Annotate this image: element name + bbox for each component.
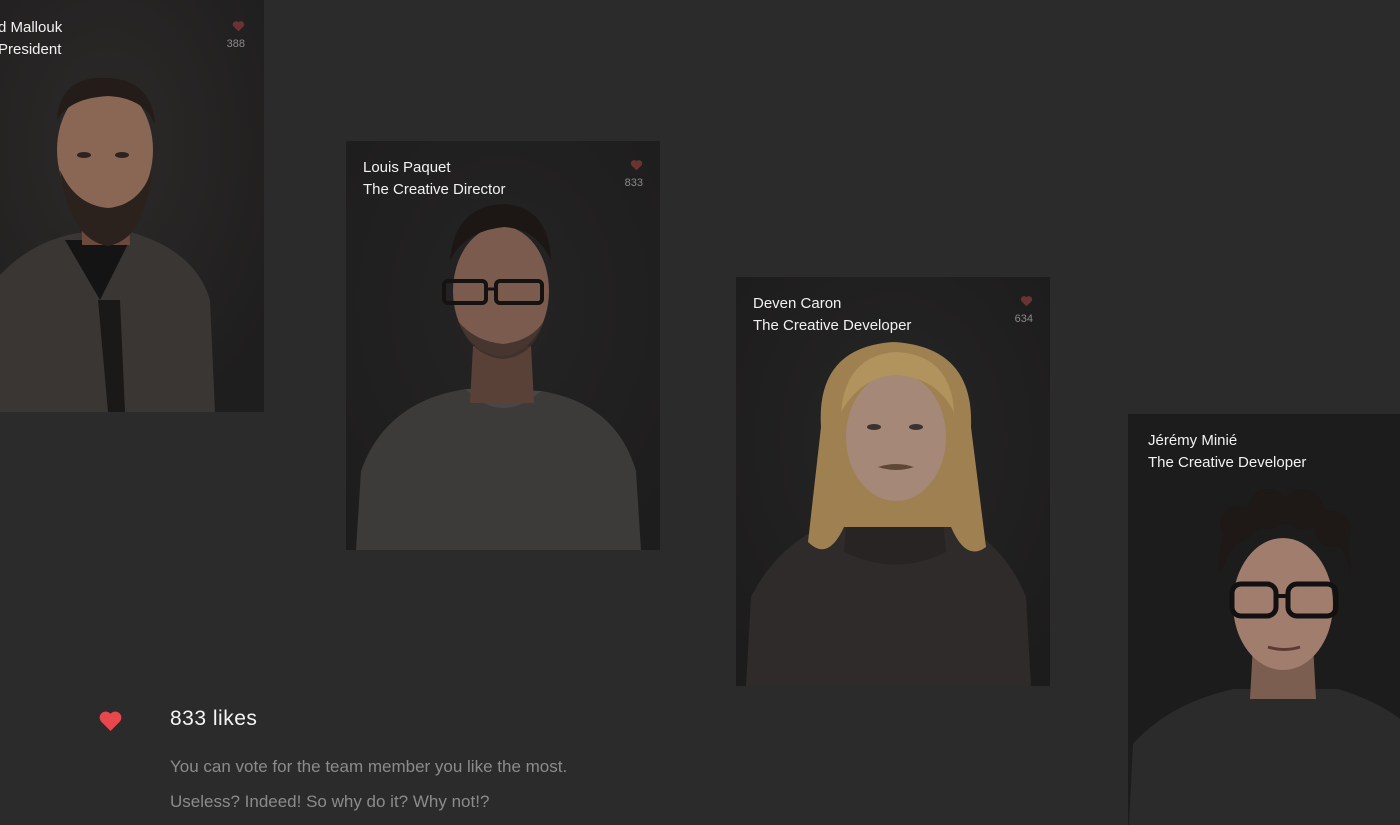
member-role: The Creative Developer [753, 317, 912, 334]
team-card-deven-caron[interactable]: Deven Caron The Creative Developer 634 [736, 277, 1050, 686]
like-count: 388 [226, 38, 245, 50]
like-counter[interactable]: 634 [1015, 295, 1033, 325]
team-card-mallouk[interactable]: d Mallouk President 388 [0, 0, 264, 412]
team-gallery: d Mallouk President 388 Louis Paquet The… [0, 0, 1400, 825]
member-name: Louis Paquet [363, 159, 451, 176]
member-caption: Deven Caron The Creative Developer [753, 293, 911, 337]
likes-total: 833 likes [170, 707, 258, 730]
portrait-photo [0, 0, 264, 412]
heart-icon[interactable] [630, 159, 643, 171]
like-count: 833 [624, 177, 643, 189]
heart-icon[interactable] [232, 20, 245, 32]
member-caption: Louis Paquet The Creative Director [363, 157, 506, 201]
team-card-louis-paquet[interactable]: Louis Paquet The Creative Director 833 [346, 141, 660, 550]
vote-description-line1: You can vote for the team member you lik… [170, 757, 568, 776]
like-counter[interactable]: 833 [625, 159, 643, 189]
like-count: 634 [1014, 313, 1033, 325]
team-card-jeremy-minie[interactable]: Jérémy Minié The Creative Developer [1128, 414, 1400, 825]
member-name: d Mallouk [0, 19, 63, 36]
member-role: President [0, 41, 62, 58]
member-caption: d Mallouk President [0, 17, 62, 61]
member-role: The Creative Developer [1148, 454, 1307, 471]
member-name: Jérémy Minié [1148, 432, 1238, 449]
portrait-photo [736, 277, 1050, 686]
vote-description-line2: Useless? Indeed! So why do it? Why not!? [170, 792, 490, 811]
heart-icon[interactable] [1020, 295, 1033, 307]
portrait-photo [346, 141, 660, 550]
member-name: Deven Caron [753, 295, 842, 312]
like-counter[interactable]: 388 [227, 20, 245, 50]
member-role: The Creative Director [363, 181, 506, 198]
member-caption: Jérémy Minié The Creative Developer [1148, 430, 1306, 474]
portrait-photo [1128, 414, 1400, 825]
heart-icon[interactable] [98, 710, 123, 732]
